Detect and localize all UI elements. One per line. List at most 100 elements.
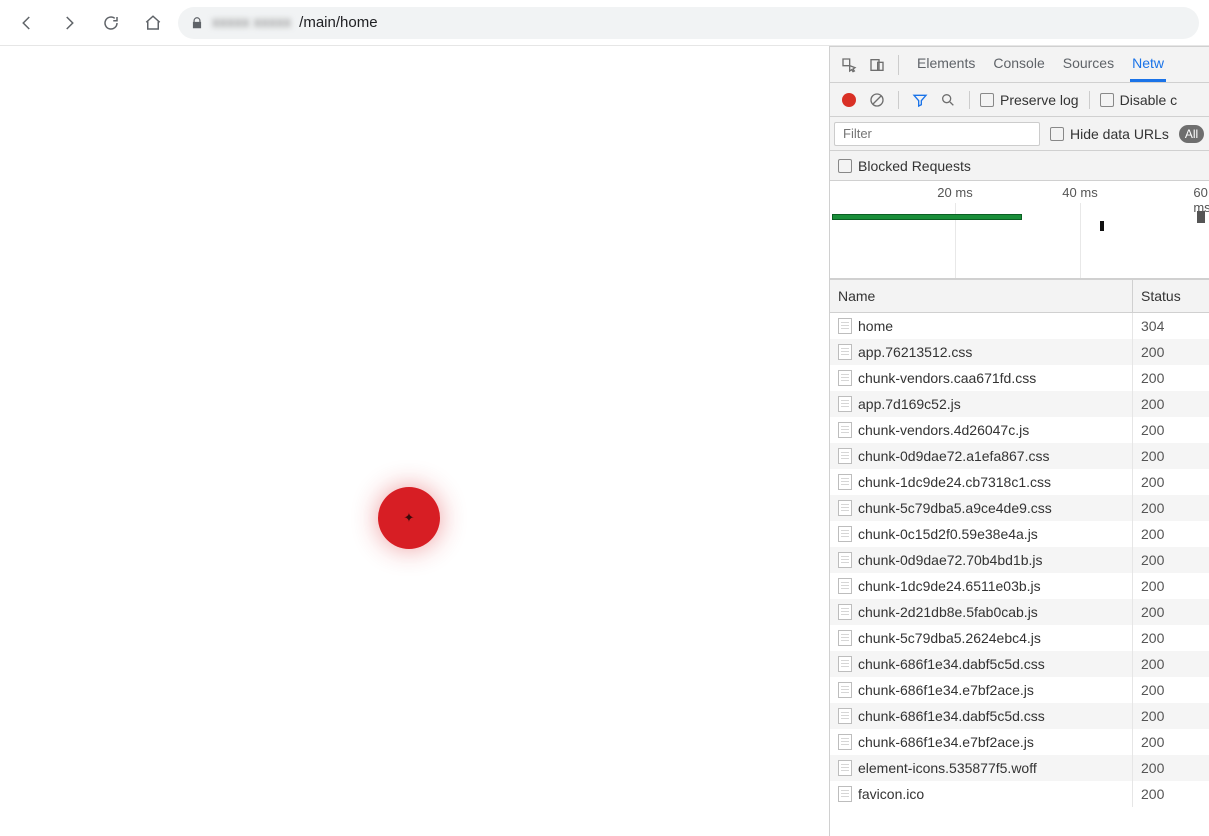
search-button[interactable]: [937, 89, 959, 111]
inspect-element-button[interactable]: [838, 54, 860, 76]
request-status: 200: [1133, 734, 1209, 750]
disable-cache-label: Disable c: [1120, 92, 1178, 108]
timeline-tick: [1080, 203, 1081, 278]
separator: [969, 91, 970, 109]
record-button[interactable]: [838, 89, 860, 111]
network-request-row[interactable]: home 304: [830, 313, 1209, 339]
network-request-row[interactable]: chunk-1dc9de24.6511e03b.js200: [830, 573, 1209, 599]
request-status: 304: [1133, 318, 1209, 334]
network-request-row[interactable]: chunk-5c79dba5.2624ebc4.js200: [830, 625, 1209, 651]
request-status: 200: [1133, 396, 1209, 412]
network-table-header: Name Status: [830, 279, 1209, 313]
blocked-requests-checkbox[interactable]: Blocked Requests: [838, 158, 971, 174]
network-request-list[interactable]: home304app.76213512.css200chunk-vendors.…: [830, 313, 1209, 836]
checkbox-icon: [1100, 93, 1114, 107]
reload-icon: [102, 14, 120, 32]
filter-toggle-button[interactable]: [909, 89, 931, 111]
tab-sources[interactable]: Sources: [1061, 47, 1116, 82]
network-request-row[interactable]: app.76213512.css200: [830, 339, 1209, 365]
filter-input[interactable]: [834, 122, 1040, 146]
blocked-requests-row: Blocked Requests: [830, 151, 1209, 181]
tab-elements[interactable]: Elements: [915, 47, 977, 82]
request-name: chunk-686f1e34.dabf5c5d.css: [858, 656, 1045, 672]
arrow-left-icon: [18, 14, 36, 32]
timeline-tick-label: 40 ms: [1062, 185, 1097, 200]
request-name: chunk-2d21db8e.5fab0cab.js: [858, 604, 1038, 620]
request-status: 200: [1133, 526, 1209, 542]
file-icon: [838, 734, 852, 750]
network-filterbar: Hide data URLs All: [830, 117, 1209, 151]
disable-cache-checkbox[interactable]: Disable c: [1100, 92, 1178, 108]
timeline-bar: [832, 214, 1022, 220]
network-request-row[interactable]: app.7d169c52.js 200: [830, 391, 1209, 417]
address-bar[interactable]: xxxxx xxxxx/main/home: [178, 7, 1199, 39]
devtools-panel: Elements Console Sources Netw Preserve: [829, 46, 1209, 836]
request-status: 200: [1133, 656, 1209, 672]
hide-data-urls-checkbox[interactable]: Hide data URLs: [1050, 126, 1169, 142]
network-request-row[interactable]: favicon.ico200: [830, 781, 1209, 807]
network-request-row[interactable]: chunk-686f1e34.e7bf2ace.js200: [830, 677, 1209, 703]
network-request-row[interactable]: chunk-0c15d2f0.59e38e4a.js200: [830, 521, 1209, 547]
device-toolbar-button[interactable]: [866, 54, 888, 76]
request-name: chunk-0d9dae72.a1efa867.css: [858, 448, 1049, 464]
file-icon: [838, 474, 852, 490]
forward-button[interactable]: [52, 6, 86, 40]
column-status[interactable]: Status: [1133, 280, 1209, 312]
request-status: 200: [1133, 578, 1209, 594]
request-status: 200: [1133, 448, 1209, 464]
file-icon: [838, 370, 852, 386]
request-name: favicon.ico: [858, 786, 924, 802]
file-icon: [838, 786, 852, 802]
request-name: app.76213512.css: [858, 344, 972, 360]
arrow-right-icon: [60, 14, 78, 32]
url-host-blurred: xxxxx xxxxx: [212, 14, 291, 31]
checkbox-icon: [980, 93, 994, 107]
network-request-row[interactable]: chunk-2d21db8e.5fab0cab.js 200: [830, 599, 1209, 625]
network-request-row[interactable]: chunk-686f1e34.e7bf2ace.js 200: [830, 729, 1209, 755]
reload-button[interactable]: [94, 6, 128, 40]
request-status: 200: [1133, 552, 1209, 568]
lock-icon: [190, 16, 204, 30]
preserve-log-checkbox[interactable]: Preserve log: [980, 92, 1079, 108]
network-request-row[interactable]: chunk-1dc9de24.cb7318c1.css200: [830, 469, 1209, 495]
network-request-row[interactable]: chunk-vendors.4d26047c.js200: [830, 417, 1209, 443]
request-name: chunk-5c79dba5.a9ce4de9.css: [858, 500, 1052, 516]
network-request-row[interactable]: chunk-5c79dba5.a9ce4de9.css200: [830, 495, 1209, 521]
clear-button[interactable]: [866, 89, 888, 111]
back-button[interactable]: [10, 6, 44, 40]
file-icon: [838, 708, 852, 724]
tab-network[interactable]: Netw: [1130, 47, 1166, 82]
file-icon: [838, 500, 852, 516]
request-name: chunk-686f1e34.dabf5c5d.css: [858, 708, 1045, 724]
request-status: 200: [1133, 604, 1209, 620]
request-name: home: [858, 318, 893, 334]
file-icon: [838, 604, 852, 620]
device-icon: [869, 57, 885, 73]
network-request-row[interactable]: chunk-0d9dae72.70b4bd1b.js 200: [830, 547, 1209, 573]
network-request-row[interactable]: chunk-686f1e34.dabf5c5d.css200: [830, 703, 1209, 729]
request-name: chunk-686f1e34.e7bf2ace.js: [858, 734, 1034, 750]
separator: [898, 91, 899, 109]
network-request-row[interactable]: chunk-686f1e34.dabf5c5d.css 200: [830, 651, 1209, 677]
tab-console[interactable]: Console: [991, 47, 1046, 82]
request-name: chunk-1dc9de24.cb7318c1.css: [858, 474, 1051, 490]
devtools-header: Elements Console Sources Netw: [830, 47, 1209, 83]
column-name[interactable]: Name: [830, 280, 1133, 312]
request-name: chunk-0d9dae72.70b4bd1b.js: [858, 552, 1043, 568]
request-name: app.7d169c52.js: [858, 396, 961, 412]
blocked-requests-label: Blocked Requests: [858, 158, 971, 174]
network-request-row[interactable]: chunk-0d9dae72.a1efa867.css 200: [830, 443, 1209, 469]
file-icon: [838, 448, 852, 464]
home-button[interactable]: [136, 6, 170, 40]
page-content: ✦: [0, 46, 829, 836]
clear-icon: [869, 92, 885, 108]
request-name: chunk-5c79dba5.2624ebc4.js: [858, 630, 1041, 646]
network-request-row[interactable]: element-icons.535877f5.woff200: [830, 755, 1209, 781]
network-timeline[interactable]: 20 ms 40 ms 60 ms: [830, 181, 1209, 279]
filter-type-all[interactable]: All: [1179, 125, 1204, 143]
file-icon: [838, 422, 852, 438]
checkbox-icon: [838, 159, 852, 173]
file-icon: [838, 630, 852, 646]
request-name: element-icons.535877f5.woff: [858, 760, 1037, 776]
network-request-row[interactable]: chunk-vendors.caa671fd.css200: [830, 365, 1209, 391]
